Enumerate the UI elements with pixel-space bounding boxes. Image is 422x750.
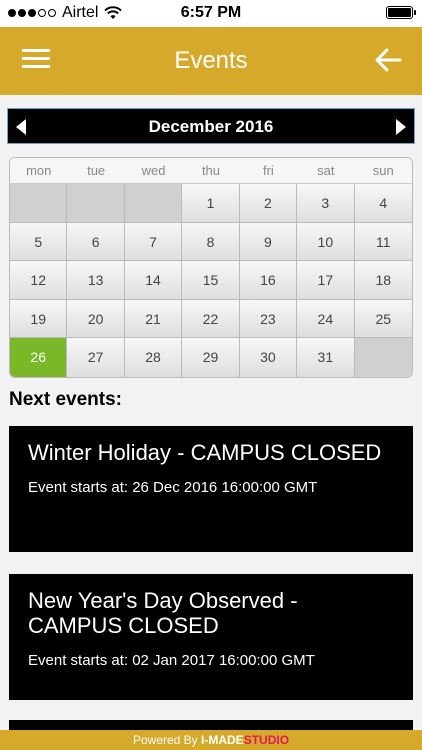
calendar-empty-cell <box>354 338 412 377</box>
event-start-time: Event starts at: 02 Jan 2017 16:00:00 GM… <box>28 652 315 669</box>
arrow-left-icon <box>375 48 402 72</box>
calendar-day[interactable]: 19 <box>10 299 68 339</box>
calendar-day[interactable]: 31 <box>297 338 355 377</box>
calendar-day[interactable]: 9 <box>239 222 298 262</box>
back-button[interactable] <box>374 47 402 73</box>
dow-label: tue <box>87 163 106 178</box>
calendar-day[interactable]: 16 <box>239 261 298 300</box>
calendar-day[interactable]: 10 <box>297 222 355 262</box>
calendar-day[interactable]: 15 <box>182 261 240 300</box>
calendar-day[interactable]: 3 <box>297 184 355 223</box>
calendar-week: 5 6 7 8 9 10 11 <box>10 222 412 262</box>
event-title: New Year's Day Observed - CAMPUS CLOSED <box>28 588 298 638</box>
calendar-week: 19 20 21 22 23 24 25 <box>10 299 412 339</box>
battery-icon <box>386 6 416 19</box>
calendar-day[interactable]: 18 <box>354 261 412 300</box>
calendar-empty-cell <box>124 184 183 223</box>
event-card[interactable]: New Year's Day Observed - CAMPUS CLOSED … <box>9 574 413 700</box>
month-label: December 2016 <box>148 117 274 136</box>
calendar-day[interactable]: 7 <box>124 222 183 262</box>
calendar-day[interactable]: 29 <box>182 338 240 377</box>
event-title: Winter Holiday - CAMPUS CLOSED <box>28 440 382 465</box>
next-events-heading: Next events: <box>9 389 122 410</box>
dow-label: mon <box>26 163 52 178</box>
calendar-day[interactable]: 1 <box>182 184 240 223</box>
page-title: Events <box>174 47 248 74</box>
dow-label: sun <box>372 163 394 178</box>
calendar-day[interactable]: 4 <box>354 184 412 223</box>
calendar-empty-cell <box>67 184 125 223</box>
calendar-weeks: 1 2 3 4 5 6 7 8 9 10 11 12 13 14 15 16 17 18 19 20 21 22 23 24 2… <box>10 184 412 377</box>
next-month-button[interactable] <box>396 119 406 135</box>
calendar-day[interactable]: 20 <box>67 299 125 339</box>
calendar-day[interactable]: 25 <box>354 299 412 339</box>
brand-name: I-MADE <box>201 733 244 747</box>
calendar-day[interactable]: 28 <box>124 338 183 377</box>
calendar-day[interactable]: 13 <box>67 261 125 300</box>
event-card-partial[interactable] <box>9 720 413 730</box>
dow-label: sat <box>317 163 335 178</box>
calendar-day[interactable]: 22 <box>182 299 240 339</box>
powered-by-label: Powered By <box>132 733 198 747</box>
day-of-week-header: mon tue wed thu fri sat sun <box>10 158 412 184</box>
event-card[interactable]: Winter Holiday - CAMPUS CLOSED Event sta… <box>9 426 413 552</box>
brand-studio: STUDIO <box>243 733 290 747</box>
dow-label: thu <box>201 163 221 178</box>
status-time: 6:57 PM <box>180 4 242 21</box>
calendar-grid: mon tue wed thu fri sat sun 1 2 3 4 5 6 7 8 9 10 1… <box>9 157 413 378</box>
calendar-day[interactable]: 30 <box>239 338 298 377</box>
calendar-day[interactable]: 11 <box>354 222 412 262</box>
nav-bar: Events <box>0 27 422 95</box>
calendar-day[interactable]: 6 <box>67 222 125 262</box>
month-navigator: December 2016 <box>7 108 415 144</box>
calendar-day[interactable]: 27 <box>67 338 125 377</box>
calendar-day[interactable]: 24 <box>297 299 355 339</box>
calendar-week: 26 27 28 29 30 31 <box>10 338 412 377</box>
calendar-day[interactable]: 12 <box>10 261 68 300</box>
calendar-day[interactable]: 21 <box>124 299 183 339</box>
calendar-week: 12 13 14 15 16 17 18 <box>10 261 412 300</box>
dow-label: wed <box>141 163 166 178</box>
calendar-day[interactable]: 17 <box>297 261 355 300</box>
calendar-day[interactable]: 2 <box>239 184 298 223</box>
calendar-day[interactable]: 14 <box>124 261 183 300</box>
calendar-week: 1234 <box>10 184 412 223</box>
status-bar: Airtel 6:57 PM <box>0 0 422 27</box>
calendar-day[interactable]: 23 <box>239 299 298 339</box>
calendar-day[interactable]: 5 <box>10 222 68 262</box>
calendar-day[interactable]: 26 <box>10 338 68 377</box>
event-start-time: Event starts at: 26 Dec 2016 16:00:00 GM… <box>28 479 318 496</box>
dow-label: fri <box>262 163 274 178</box>
footer: Powered By I-MADESTUDIO <box>0 730 422 750</box>
calendar-empty-cell <box>10 184 68 223</box>
calendar-day[interactable]: 8 <box>182 222 240 262</box>
